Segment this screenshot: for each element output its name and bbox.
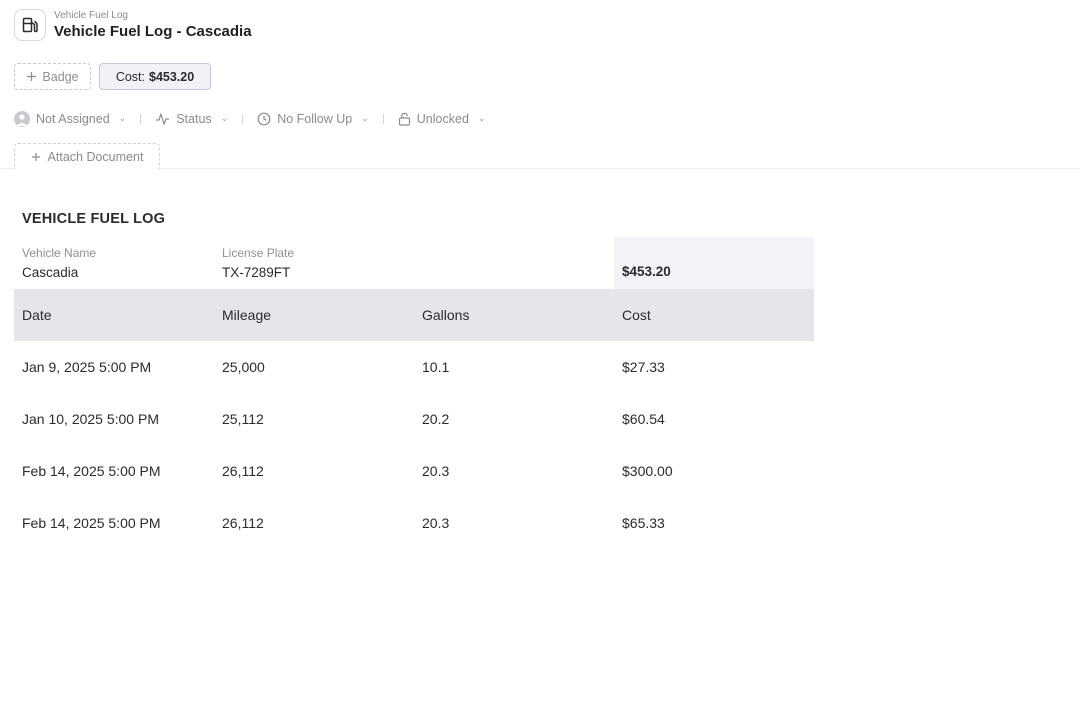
breadcrumb[interactable]: Vehicle Fuel Log [54,10,128,21]
gallons-cell: 10.1 [422,359,450,375]
fuel-pump-icon [14,9,46,41]
assignee-label: Not Assigned [36,111,110,126]
chevron-down-icon: ⌄ [361,113,369,123]
table-header: Date Mileage Gallons Cost [14,289,814,341]
property-bar: Not Assigned ⌄ Status ⌄ No Follow Up ⌄ U… [14,108,485,129]
follow-up-dropdown[interactable]: No Follow Up ⌄ [257,112,369,126]
activity-icon [156,112,170,125]
chevron-down-icon: ⌄ [118,113,127,123]
cost-badge[interactable]: Cost: $453.20 [99,63,211,90]
column-header-date: Date [22,307,52,323]
plus-icon [31,152,40,161]
clock-icon [257,112,271,125]
mileage-cell: 26,112 [222,463,264,479]
mileage-cell: 25,000 [222,359,265,375]
divider [140,113,142,124]
date-cell: Jan 9, 2025 5:00 PM [22,359,152,375]
date-cell: Jan 10, 2025 5:00 PM [22,411,159,427]
gallons-cell: 20.3 [422,463,450,479]
license-plate-cell: License Plate TX-7289FT [214,237,414,289]
lock-label: Unlocked [416,111,469,126]
mileage-cell: 26,112 [222,515,264,531]
add-badge-label: Badge [42,69,79,84]
license-plate-value: TX-7289FT [222,265,291,280]
cost-cell: $300.00 [622,463,673,479]
cost-badge-label: Cost: [115,69,145,84]
status-dropdown[interactable]: Status ⌄ [155,112,228,126]
attach-document-label: Attach Document [47,149,144,164]
total-cost-cell: $453.20 [614,237,814,289]
record-header: Vehicle Fuel Log Vehicle Fuel Log - Casc… [0,0,1080,169]
table-row: Jan 10, 2025 5:00 PM 25,112 20.2 $60.54 [14,393,814,445]
vehicle-name-label: Vehicle Name [22,246,97,260]
vehicle-name-value: Cascadia [22,265,79,280]
table-row: Feb 14, 2025 5:00 PM 26,112 20.3 $65.33 [14,497,814,549]
column-header-mileage: Mileage [222,307,272,323]
vehicle-info-row: Vehicle Name Cascadia License Plate TX-7… [14,237,814,289]
column-header-gallons: Gallons [422,307,470,323]
cost-badge-value: $453.20 [149,69,195,84]
attach-document-button[interactable]: Attach Document [14,143,160,169]
gallons-cell: 20.2 [422,411,450,427]
add-badge-button[interactable]: Badge [14,63,91,90]
vehicle-name-cell: Vehicle Name Cascadia [14,237,214,289]
plus-icon [27,72,37,81]
divider [242,113,244,124]
cost-cell: $27.33 [622,359,665,375]
unlock-icon [398,112,410,126]
status-label: Status [176,111,212,126]
date-cell: Feb 14, 2025 5:00 PM [22,515,161,531]
column-header-cost: Cost [622,307,651,323]
date-cell: Feb 14, 2025 5:00 PM [22,463,161,479]
chevron-down-icon: ⌄ [477,113,486,123]
mileage-cell: 25,112 [222,411,264,427]
table-row: Jan 9, 2025 5:00 PM 25,000 10.1 $27.33 [14,341,814,393]
divider [382,113,384,124]
document-heading: VEHICLE FUEL LOG [22,211,166,227]
follow-up-label: No Follow Up [277,111,353,126]
chevron-down-icon: ⌄ [220,113,229,123]
gallons-cell: 20.3 [422,515,450,531]
assignee-dropdown[interactable]: Not Assigned ⌄ [14,110,127,127]
lock-dropdown[interactable]: Unlocked ⌄ [398,111,486,126]
cost-cell: $60.54 [622,411,665,427]
page-title: Vehicle Fuel Log - Cascadia [54,23,252,40]
cost-cell: $65.33 [622,515,665,531]
table-body: Jan 9, 2025 5:00 PM 25,000 10.1 $27.33 J… [14,341,814,549]
license-plate-label: License Plate [222,246,295,260]
total-cost-value: $453.20 [622,264,671,279]
table-row: Feb 14, 2025 5:00 PM 26,112 20.3 $300.00 [14,445,814,497]
user-avatar-icon [14,110,30,127]
